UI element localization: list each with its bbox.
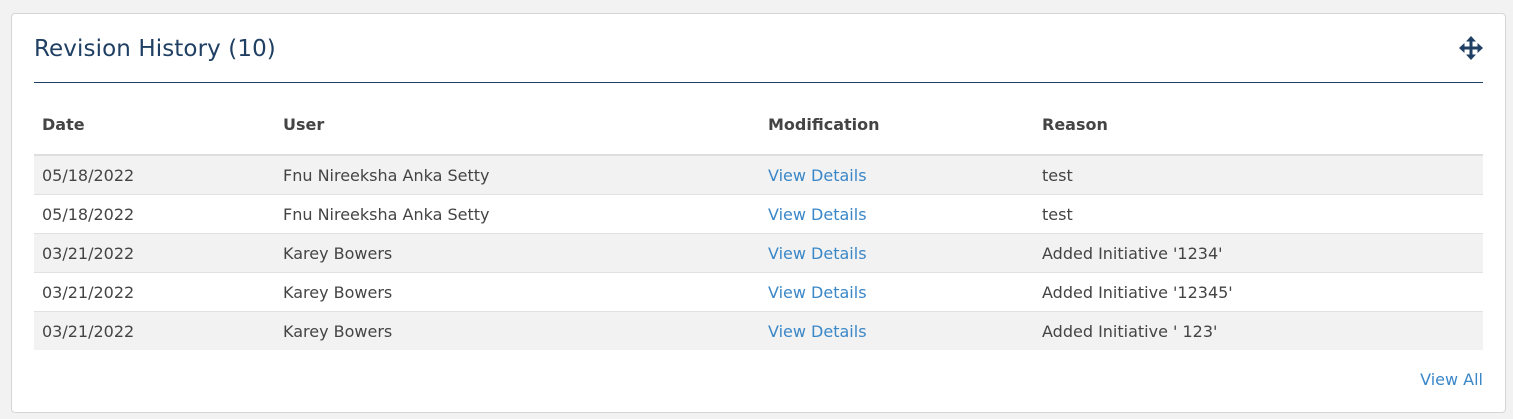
cell-date: 05/18/2022 [42, 166, 135, 185]
cell-reason: test [1042, 205, 1073, 224]
cell-user: Fnu Nireeksha Anka Setty [283, 205, 490, 224]
header-modification: Modification [768, 115, 880, 134]
move-arrows-icon[interactable] [1459, 36, 1483, 60]
table-header: Date User Modification Reason [34, 100, 1483, 156]
table-row: 05/18/2022 Fnu Nireeksha Anka Setty View… [34, 195, 1483, 234]
view-details-link[interactable]: View Details [768, 205, 867, 224]
cell-date: 03/21/2022 [42, 322, 135, 341]
header-reason: Reason [1042, 115, 1108, 134]
cell-date: 03/21/2022 [42, 283, 135, 302]
view-all-link[interactable]: View All [1420, 370, 1483, 389]
cell-reason: Added Initiative '1234' [1042, 244, 1223, 263]
revision-table: Date User Modification Reason 05/18/2022… [34, 100, 1483, 350]
table-row: 03/21/2022 Karey Bowers View Details Add… [34, 312, 1483, 350]
cell-date: 05/18/2022 [42, 205, 135, 224]
view-details-link[interactable]: View Details [768, 166, 867, 185]
table-row: 05/18/2022 Fnu Nireeksha Anka Setty View… [34, 156, 1483, 195]
view-details-link[interactable]: View Details [768, 244, 867, 263]
cell-date: 03/21/2022 [42, 244, 135, 263]
view-details-link[interactable]: View Details [768, 322, 867, 341]
cell-user: Karey Bowers [283, 283, 393, 302]
table-row: 03/21/2022 Karey Bowers View Details Add… [34, 234, 1483, 273]
header-date: Date [42, 115, 85, 134]
cell-user: Fnu Nireeksha Anka Setty [283, 166, 490, 185]
revision-history-panel: Revision History (10) Date User Modifica… [11, 13, 1506, 413]
cell-reason: Added Initiative '12345' [1042, 283, 1233, 302]
cell-reason: test [1042, 166, 1073, 185]
panel-title: Revision History (10) [34, 36, 276, 62]
panel-header: Revision History (10) [34, 14, 1483, 83]
table-row: 03/21/2022 Karey Bowers View Details Add… [34, 273, 1483, 312]
view-details-link[interactable]: View Details [768, 283, 867, 302]
cell-reason: Added Initiative ' 123' [1042, 322, 1218, 341]
header-user: User [283, 115, 325, 134]
cell-user: Karey Bowers [283, 322, 393, 341]
cell-user: Karey Bowers [283, 244, 393, 263]
